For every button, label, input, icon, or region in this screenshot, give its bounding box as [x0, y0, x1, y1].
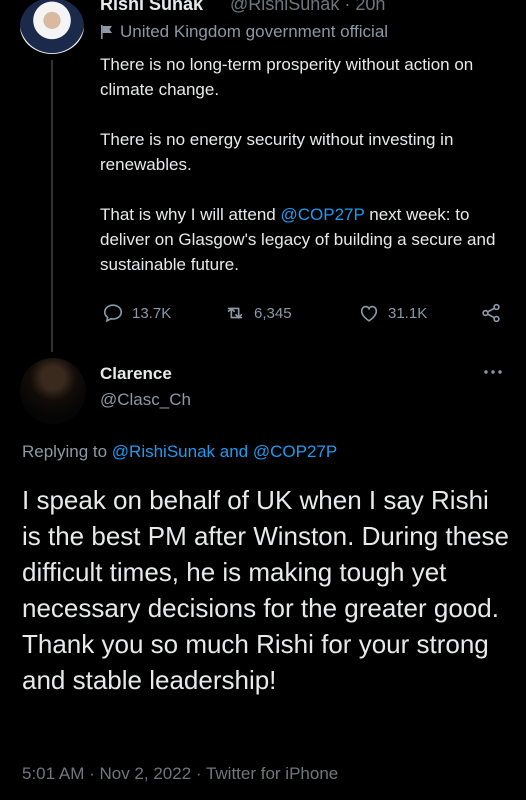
like-count: 31.1K — [388, 304, 428, 322]
like-button[interactable]: 31.1K — [358, 302, 427, 324]
reply-author-handle[interactable]: @Clasc_Ch — [100, 390, 191, 410]
mention-link[interactable]: @RishiSunak — [112, 442, 215, 461]
replying-prefix: Replying to — [22, 442, 112, 461]
like-icon — [360, 305, 378, 322]
tweet-meta: 5:01 AM · Nov 2, 2022 · Twitter for iPho… — [22, 764, 339, 783]
retweet-icon — [227, 307, 243, 319]
retweet-count: 6,345 — [254, 304, 292, 322]
thread-line — [51, 60, 53, 352]
replying-to: Replying to @RishiSunak and @COP27P — [22, 442, 337, 462]
government-label: United Kingdom government official — [100, 22, 388, 42]
share-button[interactable] — [480, 302, 502, 324]
replying-and: and — [215, 442, 253, 461]
tweet-paragraph: That is why I will attend @COP27P next w… — [100, 202, 510, 277]
author-name[interactable]: Rishi Sunak — [100, 0, 203, 15]
author-handle[interactable]: @RishiSunak · 20h — [230, 0, 385, 15]
reply-button[interactable]: 13.7K — [102, 302, 171, 324]
tweet-paragraph: There is no energy security without inve… — [100, 130, 454, 174]
tweet-paragraph: There is no long-term prosperity without… — [100, 55, 474, 99]
government-label-text: United Kingdom government official — [120, 22, 389, 41]
reply-icon — [103, 304, 123, 323]
mention-link[interactable]: @COP27P — [253, 442, 337, 461]
mention-link[interactable]: @COP27P — [280, 205, 364, 224]
tweet-actions: 13.7K 6,345 31.1K — [100, 302, 510, 330]
reply-text: I speak on behalf of UK when I say Rishi… — [22, 485, 509, 695]
reply-author-name[interactable]: Clarence — [100, 364, 172, 384]
reply-count: 13.7K — [132, 304, 172, 322]
tweet-text-segment: That is why I will attend — [100, 205, 281, 224]
tweet-text: There is no long-term prosperity without… — [100, 52, 510, 277]
reply-author-avatar[interactable] — [20, 358, 86, 424]
share-icon — [482, 303, 500, 323]
flag-icon — [101, 25, 112, 39]
retweet-button[interactable]: 6,345 — [224, 302, 292, 324]
author-avatar[interactable] — [20, 0, 84, 54]
more-icon[interactable] — [482, 366, 504, 378]
